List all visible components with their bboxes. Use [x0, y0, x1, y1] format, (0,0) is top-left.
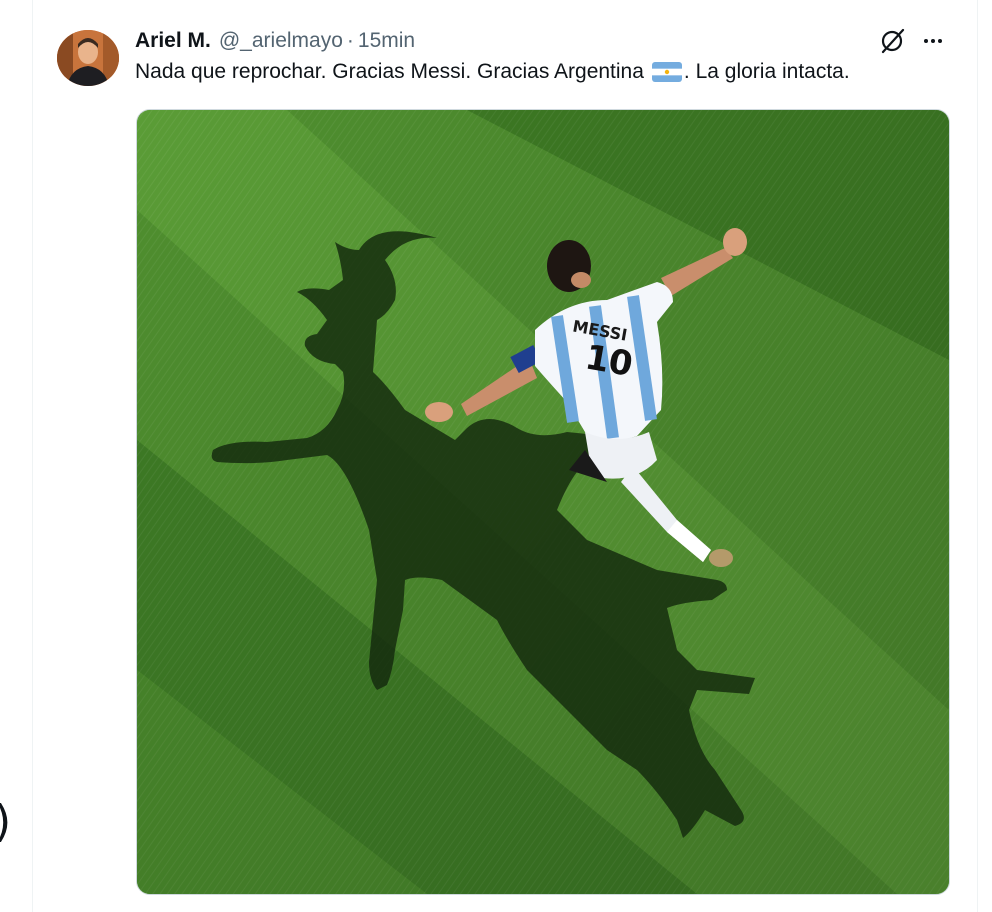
timestamp[interactable]: 15min	[358, 29, 415, 53]
left-gutter	[0, 0, 32, 912]
jersey-number: 10	[582, 337, 636, 385]
author-name[interactable]: Ariel M.	[135, 29, 211, 53]
separator-dot: ·	[346, 29, 354, 52]
cut-off-glyph: )	[0, 800, 11, 844]
tweet-text-part1: Nada que reprochar. Gracias Messi. Graci…	[135, 60, 644, 83]
more-dot	[931, 39, 935, 43]
tweet-text-part2: . La gloria intacta.	[683, 60, 850, 83]
tweet-media-image[interactable]: MESSI 10	[136, 109, 950, 895]
grok-icon[interactable]	[879, 27, 907, 55]
more-dot	[938, 39, 942, 43]
tweet-card[interactable]: Ariel M. @_arielmayo · 15min Nada que re…	[32, 0, 978, 912]
more-icon[interactable]	[917, 27, 949, 55]
author-handle[interactable]: @_arielmayo	[219, 29, 343, 53]
more-dot	[924, 39, 928, 43]
tweet-text: Nada que reprochar. Gracias Messi. Graci…	[135, 60, 850, 84]
argentina-flag-icon	[651, 62, 682, 82]
tweet-header: Ariel M. @_arielmayo · 15min	[135, 27, 415, 55]
avatar[interactable]	[57, 30, 119, 86]
